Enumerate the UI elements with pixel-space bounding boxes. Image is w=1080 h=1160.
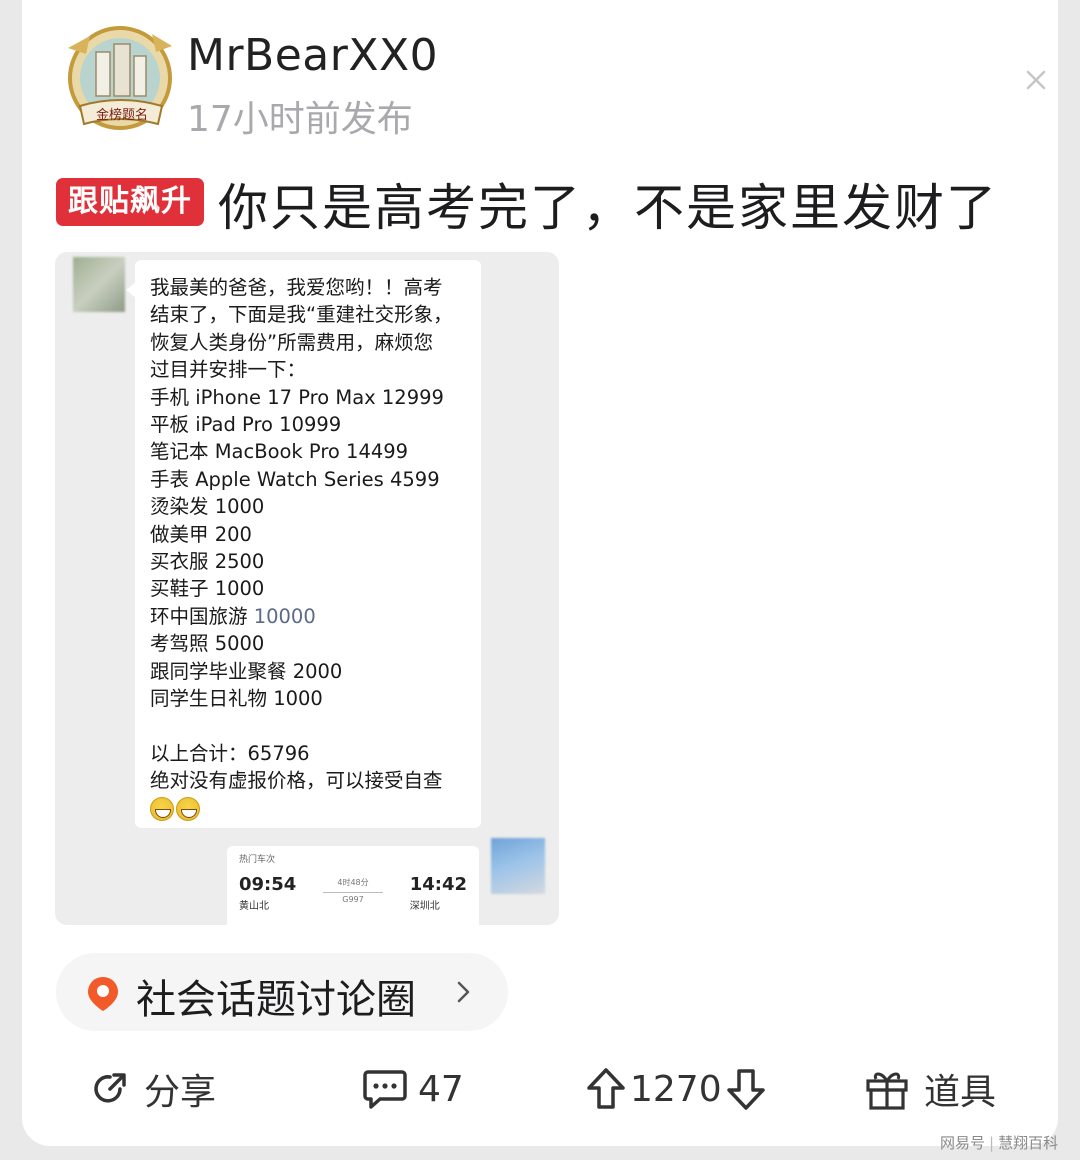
comment-icon (363, 1070, 407, 1109)
avatar-art-icon: 金榜题名 (68, 26, 172, 130)
chat-bubble: 我最美的爸爸，我爱您哟！！高考 结束了，下面是我“重建社交形象， 恢复人类身份”… (126, 260, 481, 828)
message-line: 绝对没有虚报价格，可以接受自查 (150, 769, 443, 793)
close-icon[interactable] (1020, 64, 1052, 96)
ticket-duration: 4时48分 (337, 878, 369, 887)
ticket-middle: 4时48分 G997 (323, 874, 383, 904)
comment-button[interactable]: 47 (362, 1062, 464, 1116)
vote-group: 1270 (586, 1062, 766, 1116)
message-line: 跟同学毕业聚餐 2000 (150, 659, 343, 683)
chat-avatar-receiver (491, 838, 545, 894)
share-icon (94, 1073, 126, 1103)
ticket-arrive: 14:42 深圳北 (410, 874, 467, 912)
message-line: 买衣服 2500 (150, 550, 265, 574)
message-line: 买鞋子 1000 (150, 577, 265, 601)
vote-count: 1270 (630, 1068, 722, 1110)
share-button[interactable]: 分享 (90, 1062, 216, 1116)
ticket-depart: 09:54 黄山北 (239, 874, 296, 912)
message-line: 手表 Apple Watch Series 4599 (150, 467, 440, 491)
gift-icon (866, 1072, 908, 1110)
downvote-icon[interactable] (726, 1067, 766, 1111)
community-label: 社会话题讨论圈 (136, 977, 416, 1023)
chevron-right-icon (456, 979, 472, 1005)
message-gap (150, 713, 467, 740)
props-label: 道具 (924, 1072, 997, 1113)
username[interactable]: MrBearXX0 (187, 30, 438, 81)
share-label: 分享 (144, 1072, 217, 1113)
message-line: 同学生日礼物 1000 (150, 687, 323, 711)
watermark-source: 网易号 (940, 1134, 986, 1152)
post-image[interactable]: 我最美的爸爸，我爱您哟！！高考 结束了，下面是我“重建社交形象， 恢复人类身份”… (55, 252, 559, 925)
ticket-row: 09:54 黄山北 4时48分 G997 14:42 深圳北 (239, 874, 467, 912)
message-line: 做美甲 200 (150, 522, 252, 546)
depart-time: 09:54 (239, 874, 297, 895)
post-title: 你只是高考完了，不是家里发财了 (218, 179, 998, 237)
grin-emoji-icon (176, 796, 200, 821)
depart-station: 黄山北 (239, 901, 269, 912)
watermark-separator: | (989, 1134, 995, 1152)
travel-amount: 10000 (253, 604, 316, 628)
user-avatar[interactable]: 金榜题名 (62, 24, 180, 134)
svg-text:金榜题名: 金榜题名 (96, 107, 148, 123)
message-line: 结束了，下面是我“重建社交形象， (150, 303, 453, 327)
message-line-travel: 环中国旅游 10000 (150, 603, 467, 630)
ticket-header: 热门车次 (239, 855, 276, 865)
train-ticket-card: 热门车次 09:54 黄山北 4时48分 G997 14:42 深圳北 (227, 846, 479, 925)
message-line: 烫染发 1000 (150, 495, 265, 519)
grin-emoji-icon (150, 796, 174, 821)
upvote-icon[interactable] (586, 1067, 626, 1111)
message-line: 我最美的爸爸，我爱您哟！！高考 (150, 276, 443, 299)
message-line: 考驾照 5000 (150, 632, 265, 656)
post-time: 17小时前发布 (187, 99, 413, 140)
message-line: 手机 iPhone 17 Pro Max 12999 (150, 385, 444, 409)
travel-label: 环中国旅游 (150, 604, 254, 628)
message-line: 恢复人类身份”所需费用，麻烦您 (150, 330, 434, 354)
watermark: 网易号 | 慧翔百科 (940, 1132, 1058, 1153)
message-line: 过目并安排一下： (150, 358, 307, 382)
message-line-total: 以上合计：65796 (150, 741, 310, 765)
watermark-author: 慧翔百科 (998, 1134, 1059, 1152)
location-pin-icon (86, 975, 120, 1013)
train-number: G997 (342, 895, 364, 904)
props-button[interactable]: 道具 (864, 1062, 996, 1116)
arrive-time: 14:42 (409, 874, 467, 895)
trending-badge: 跟贴飙升 (56, 178, 204, 226)
message-line: 笔记本 MacBook Pro 14499 (150, 440, 409, 464)
chat-avatar-sender (73, 257, 125, 312)
message-line: 平板 iPad Pro 10999 (150, 413, 342, 437)
community-link[interactable]: 社会话题讨论圈 (56, 953, 508, 1031)
emoji-row (150, 796, 467, 821)
ticket-divider (323, 892, 383, 893)
comment-count: 47 (418, 1068, 464, 1110)
arrive-station: 深圳北 (409, 901, 440, 912)
